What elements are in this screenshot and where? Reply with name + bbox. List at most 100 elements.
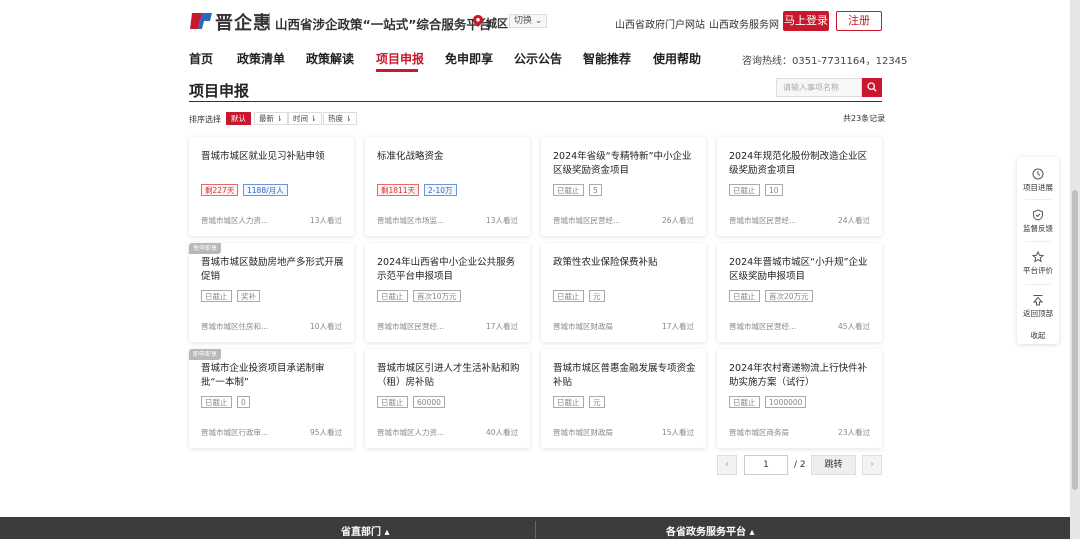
project-card[interactable]: 晋城市城区引进人才生活补贴和购（租）房补贴 已截止 60000 晋城市城区人力资...…	[365, 349, 530, 448]
chevron-down-icon: ⌄	[534, 16, 543, 26]
card-view-count: 95人看过	[309, 428, 342, 437]
card-tag: 已截止	[377, 396, 408, 408]
footer-provincial-platforms[interactable]: 各省政务服务平台 ▴	[666, 523, 755, 538]
nav-item-exempt-apply[interactable]: 免申即享	[445, 50, 493, 67]
card-title: 晋城市城区鼓励房地产多形式开展促销	[201, 257, 344, 282]
page-total: / 2	[794, 460, 806, 470]
location-switch-button[interactable]: 切换 ⌄	[509, 14, 548, 28]
card-tag: 5	[589, 184, 602, 196]
tool-progress[interactable]: 项目进展	[1017, 168, 1059, 193]
card-department: 晋城市城区民营经...	[377, 322, 445, 331]
card-tag: 剩1811天	[377, 184, 420, 196]
card-tag: 已截止	[553, 184, 584, 196]
logo-text: 晋企惠	[215, 13, 272, 34]
card-view-count: 15人看过	[661, 428, 694, 437]
card-department: 晋城市城区商务局	[729, 428, 789, 437]
sort-default-button[interactable]: 默认	[226, 112, 251, 125]
login-button[interactable]: 马上登录	[783, 11, 829, 31]
prev-page-button[interactable]: ‹	[717, 455, 737, 475]
tool-progress-label: 项目进展	[1023, 183, 1053, 192]
location-name: 城区	[486, 17, 508, 30]
card-title: 标准化战略资金	[377, 151, 444, 162]
project-card[interactable]: 2024年山西省中小企业公共服务示范平台申报项目 已截止 首次10万元 晋城市城区民营…	[365, 243, 530, 342]
project-card[interactable]: 2024年省级“专精特新”中小企业区级奖励资金项目已截止 5 晋城市城区民营经...…	[541, 137, 706, 236]
project-card[interactable]: 晋城市城区普惠金融发展专项资金补贴 已截止元晋城市城区财政局 15人看过	[541, 349, 706, 448]
card-department: 晋城市城区住房和...	[201, 322, 269, 331]
jump-page-button[interactable]: 跳转	[811, 455, 856, 475]
location-switch-label: 切换	[514, 16, 533, 26]
search-button[interactable]	[862, 78, 882, 97]
page: 晋企惠 山西省涉企政策“一站式”综合服务平台 城区 切换 ⌄ 山西省政府门户网站…	[0, 0, 1070, 539]
platform-name: 山西省涉企政策“一站式”综合服务平台	[275, 17, 492, 32]
sort-time-button[interactable]: 时间 ⇂	[288, 112, 322, 125]
card-department: 晋城市城区人力资...	[201, 216, 269, 225]
register-button[interactable]: 注册	[836, 11, 882, 31]
tool-collapse[interactable]: 收起	[1017, 328, 1059, 341]
project-card[interactable]: 晋城市城区就业见习补贴申领 剩227天 1188/月人 晋城市城区人力资... 13人看…	[189, 137, 354, 236]
project-card[interactable]: 2024年晋城市城区“小升规”企业区级奖励申报项目 已截止 首次20万元 晋城市城区民…	[717, 243, 882, 342]
project-card[interactable]: 即申即享 晋城市企业投资项目承诺制审批“一本制” 已截止 0 晋城市城区行政审... 95…	[189, 349, 354, 448]
project-card[interactable]: 2024年规范化股份制改造企业区级奖励资金项目 已截止 10 晋城市城区民营经... 2…	[717, 137, 882, 236]
back-to-top-icon	[1032, 295, 1044, 306]
card-department: 晋城市城区人力资...	[377, 428, 445, 437]
next-page-button[interactable]: ›	[862, 455, 882, 475]
search-input[interactable]: 请输入事项名称	[776, 78, 862, 97]
card-department: 晋城市城区民营经...	[553, 216, 621, 225]
card-title: 晋城市城区就业见习补贴申领	[201, 151, 325, 162]
project-card[interactable]: 标准化战略资金 剩1811天 2-10万 晋城市城区市场监... 13人看过	[365, 137, 530, 236]
card-tags: 已截止 1000000	[729, 396, 879, 408]
card-view-count: 17人看过	[485, 322, 518, 331]
gov-portal-link[interactable]: 山西省政府门户网站	[615, 16, 705, 31]
nav-item-help[interactable]: 使用帮助	[653, 50, 701, 67]
tool-back-top-label: 返回顶部	[1023, 309, 1053, 318]
nav-item-policy-interpret[interactable]: 政策解读	[306, 50, 354, 67]
tool-feedback-label: 监督反馈	[1023, 224, 1053, 233]
nav-item-policy-list[interactable]: 政策清单	[237, 50, 285, 67]
sort-newest-button[interactable]: 最新 ⇂	[254, 112, 288, 125]
card-tag: 元	[589, 290, 605, 302]
card-view-count: 17人看过	[661, 322, 694, 331]
nav-item-smart-recommend[interactable]: 智能推荐	[583, 50, 631, 67]
nav-item-home[interactable]: 首页	[189, 50, 213, 67]
header: 晋企惠 山西省涉企政策“一站式”综合服务平台 城区 切换 ⌄ 山西省政府门户网站…	[0, 0, 1070, 72]
gov-service-link[interactable]: 山西政务服务网	[709, 16, 779, 31]
scrollbar-thumb[interactable]	[1072, 190, 1078, 490]
card-department: 晋城市城区行政审...	[201, 428, 269, 437]
card-tags: 已截止元	[553, 396, 703, 408]
card-title: 2024年山西省中小企业公共服务示范平台申报项目	[377, 257, 516, 282]
card-corner-badge: 即申即享	[189, 349, 222, 360]
nav-item-project-apply[interactable]: 项目申报	[376, 50, 424, 67]
page-number-input[interactable]: 1	[744, 455, 788, 475]
card-tag: 已截止	[201, 290, 232, 302]
card-tag: 60000	[413, 396, 445, 408]
card-tags: 已截止元	[553, 290, 703, 302]
footer-provincial-depts[interactable]: 省直部门 ▴	[341, 523, 390, 538]
project-card[interactable]: 2024年农村寄递物流上行快件补助实施方案（试行） 已截止 1000000 晋城市城区…	[717, 349, 882, 448]
card-view-count: 13人看过	[485, 216, 518, 225]
card-view-count: 40人看过	[485, 428, 518, 437]
nav-item-announcement[interactable]: 公示公告	[514, 50, 562, 67]
card-tag: 首次20万元	[765, 290, 813, 302]
card-title: 晋城市企业投资项目承诺制审批“一本制”	[201, 363, 325, 388]
card-tag: 已截止	[377, 290, 408, 302]
shield-icon	[1033, 209, 1043, 221]
card-department: 晋城市城区民营经...	[729, 216, 797, 225]
card-tag: 10	[765, 184, 783, 196]
project-card[interactable]: 政策性农业保险保费补贴 已截止元晋城市城区财政局 17人看过	[541, 243, 706, 342]
tool-feedback[interactable]: 监督反馈	[1017, 209, 1059, 234]
tool-collapse-label: 收起	[1030, 331, 1046, 340]
card-tags: 已截止 60000	[377, 396, 527, 408]
card-title: 2024年省级“专精特新”中小企业区级奖励资金项目	[553, 151, 692, 176]
card-tag: 已截止	[553, 396, 584, 408]
tool-back-top[interactable]: 返回顶部	[1017, 294, 1059, 319]
card-title: 晋城市城区普惠金融发展专项资金补贴	[553, 363, 696, 388]
hotline: 咨询热线：0351-7731164，12345	[742, 56, 908, 67]
logo-icon	[190, 13, 212, 29]
location-pin-icon	[473, 15, 483, 27]
tool-separator	[1025, 284, 1051, 285]
sort-hot-button[interactable]: 热度 ⇂	[323, 112, 357, 125]
tool-rating[interactable]: 平台评价	[1017, 251, 1059, 276]
project-card[interactable]: 免申即享 晋城市城区鼓励房地产多形式开展促销 已截止 奖补 晋城市城区住房和... 10人…	[189, 243, 354, 342]
card-tags: 已截止 首次20万元	[729, 290, 879, 302]
page-scrollbar[interactable]	[1070, 0, 1080, 539]
